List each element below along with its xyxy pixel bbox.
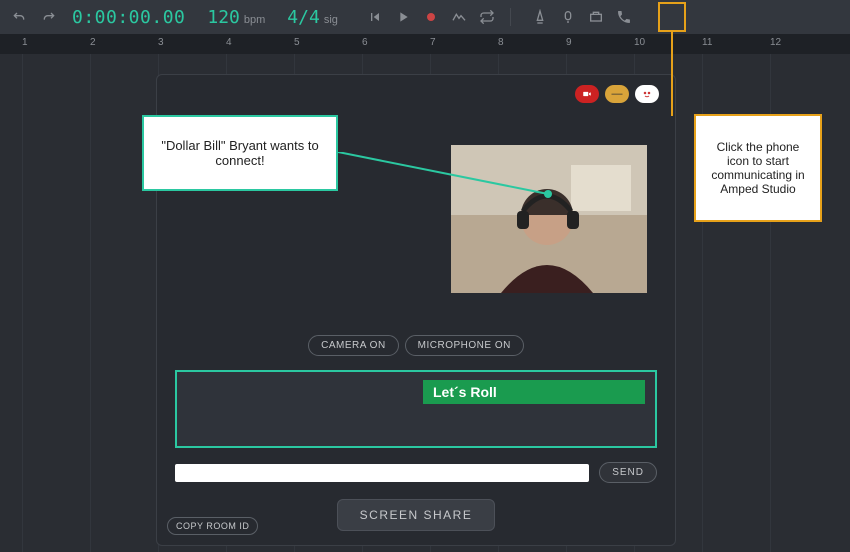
snap-button[interactable] (585, 6, 607, 28)
camera-pill-icon[interactable] (575, 85, 599, 103)
automation-button[interactable] (448, 6, 470, 28)
ruler-tick: 1 (22, 37, 28, 48)
chat-input-row: SEND (175, 462, 657, 483)
ruler-tick: 12 (770, 37, 781, 48)
tempo-unit: bpm (244, 14, 265, 26)
undo-button[interactable] (8, 6, 30, 28)
tempo-control[interactable]: 120 bpm (207, 7, 265, 28)
callout-phone-hint: Click the phone icon to start communicat… (694, 114, 822, 222)
signature-value: 4/4 (287, 7, 320, 28)
toolbar-separator (510, 8, 511, 26)
callout-connect: "Dollar Bill" Bryant wants to connect! (142, 115, 338, 191)
screen-share-button[interactable]: SCREEN SHARE (337, 499, 496, 531)
ruler-tick: 6 (362, 37, 368, 48)
time-signature-control[interactable]: 4/4 sig (287, 7, 338, 28)
time-display[interactable]: 0:00:00.00 (72, 7, 185, 28)
phone-button[interactable] (613, 6, 635, 28)
minimize-pill-icon[interactable]: — (605, 85, 629, 103)
loop-button[interactable] (476, 6, 498, 28)
ruler-tick: 7 (430, 37, 436, 48)
play-button[interactable] (392, 6, 414, 28)
rewind-button[interactable] (364, 6, 386, 28)
signature-unit: sig (324, 14, 338, 26)
ruler-tick: 5 (294, 37, 300, 48)
toolbar-right (529, 6, 635, 28)
ruler-tick: 8 (498, 37, 504, 48)
remote-video[interactable] (451, 145, 647, 293)
microphone-toggle[interactable]: Microphone On (405, 335, 524, 356)
send-button[interactable]: SEND (599, 462, 657, 483)
callout-phone-hint-text: Click the phone icon to start communicat… (704, 140, 812, 196)
ruler-tick: 9 (566, 37, 572, 48)
ruler-tick: 3 (158, 37, 164, 48)
ruler-tick: 4 (226, 37, 232, 48)
record-button[interactable] (420, 6, 442, 28)
metronome-button[interactable] (529, 6, 551, 28)
grid-line (90, 54, 91, 552)
ruler-tick: 11 (702, 37, 712, 48)
chat-message-incoming: Let´s Roll (423, 380, 645, 404)
mixer-button[interactable] (557, 6, 579, 28)
webcam-placeholder (451, 145, 647, 293)
timeline-ruler[interactable]: 123456789101112 (0, 34, 850, 54)
chat-input[interactable] (175, 464, 589, 482)
panel-top-controls: — (575, 85, 659, 103)
grid-line (22, 54, 23, 552)
redo-button[interactable] (38, 6, 60, 28)
chat-log[interactable]: Let´s Roll (175, 370, 657, 448)
transport-controls (364, 6, 498, 28)
ruler-tick: 10 (634, 37, 645, 48)
callout-connect-text: "Dollar Bill" Bryant wants to connect! (154, 138, 326, 168)
tempo-value: 120 (207, 7, 240, 28)
camera-toggle[interactable]: Camera On (308, 335, 399, 356)
media-toggles: Camera On Microphone On (308, 335, 524, 356)
copy-room-id-button[interactable]: COPY ROOM ID (167, 517, 258, 535)
ruler-tick: 2 (90, 37, 96, 48)
face-pill-icon[interactable] (635, 85, 659, 103)
top-toolbar: 0:00:00.00 120 bpm 4/4 sig (0, 0, 850, 34)
